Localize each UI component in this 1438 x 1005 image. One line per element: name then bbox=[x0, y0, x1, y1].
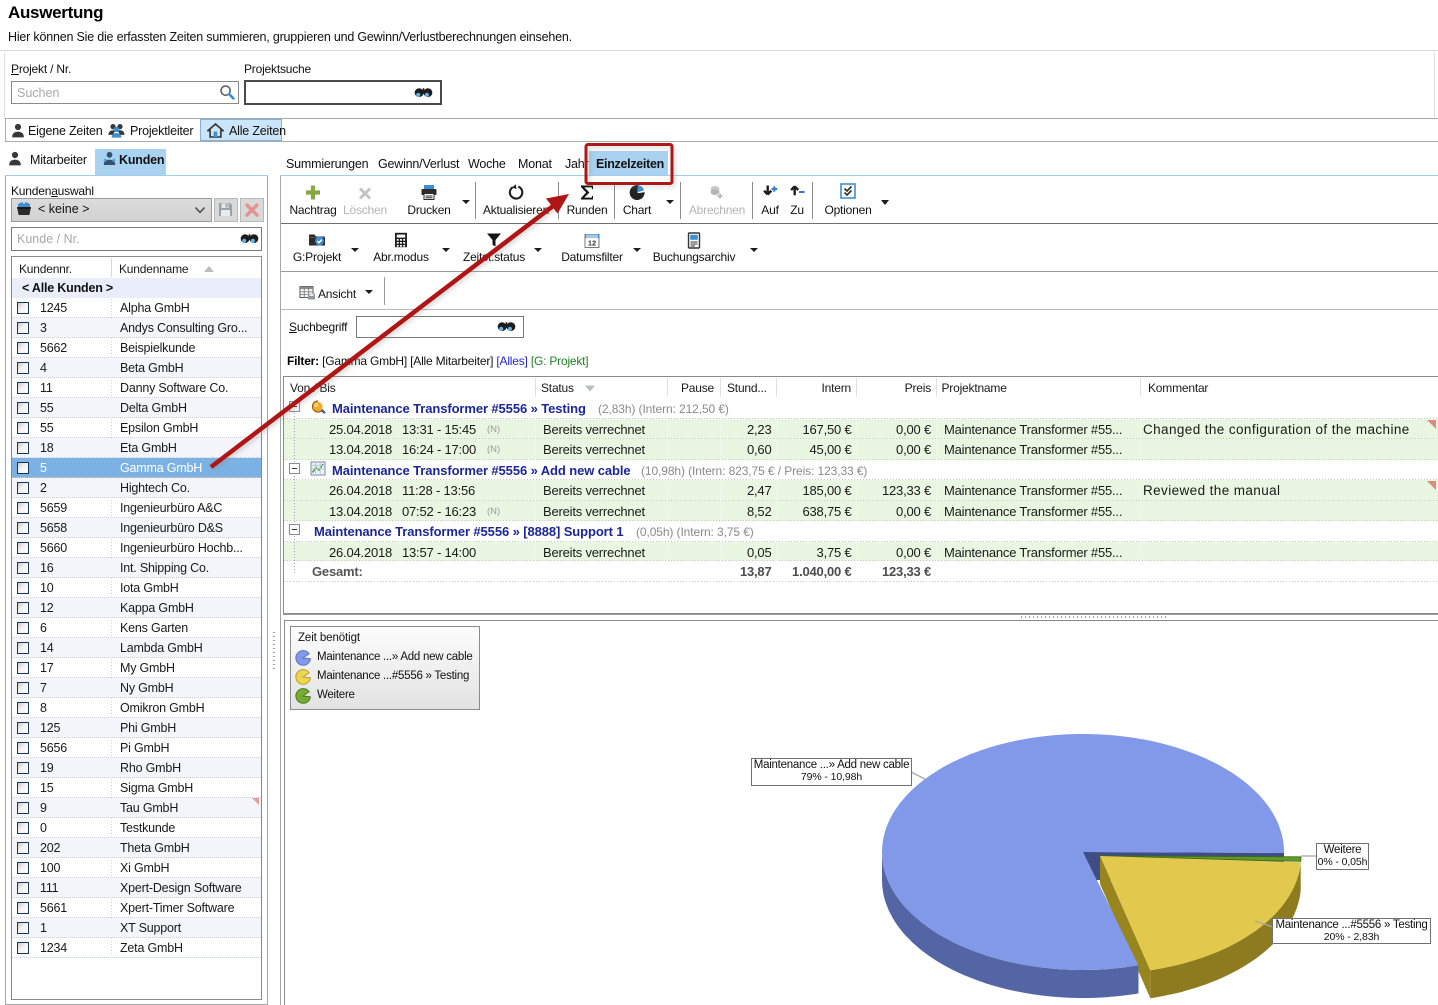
svg-text:12: 12 bbox=[588, 239, 596, 248]
